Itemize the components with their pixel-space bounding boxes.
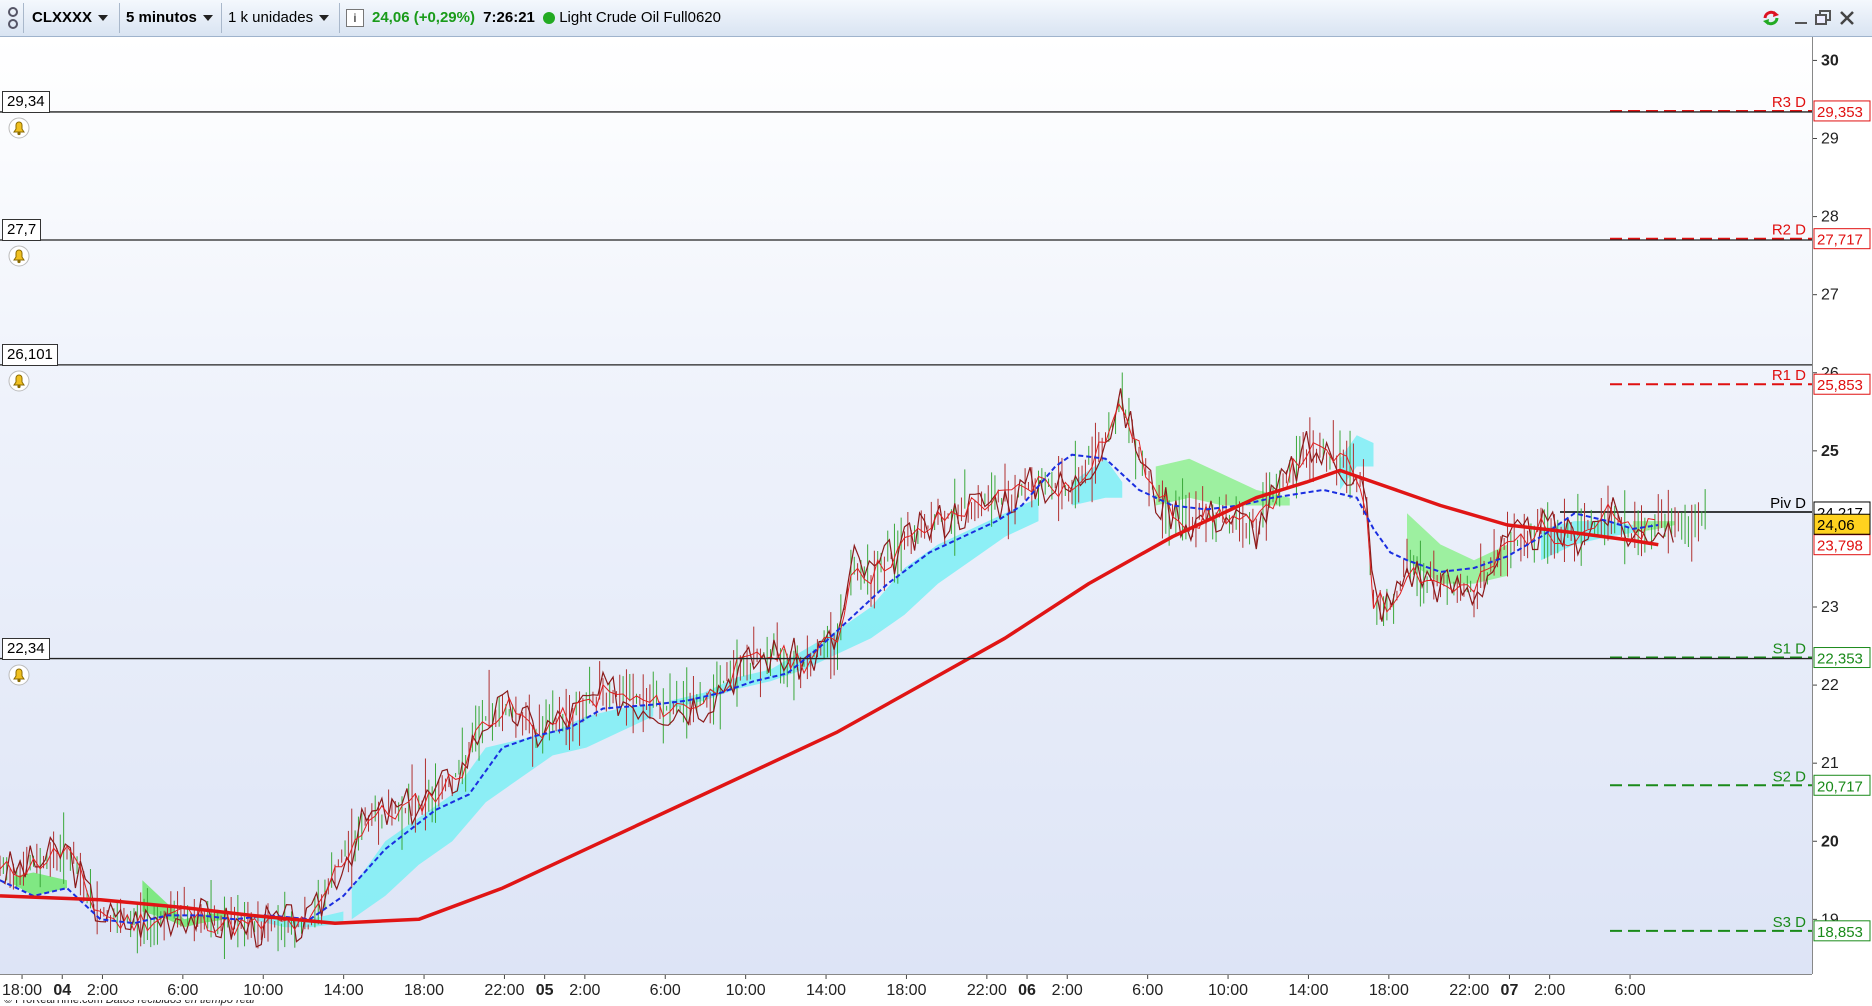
pivot-name-label: S2 D [1773, 768, 1807, 785]
pivot-price-tag-text: 18,853 [1817, 924, 1863, 941]
alert-level-label[interactable]: 26,101 [2, 343, 58, 366]
y-tick-label: 20 [1821, 833, 1839, 850]
chart-toolbar: CLXXXX 5 minutos 1 k unidades i 24,06 (+0… [0, 0, 1872, 37]
pivot-price-tag-text: 20,717 [1817, 778, 1863, 795]
timeframe-selector[interactable]: 5 minutos [120, 3, 222, 33]
time-axis-labels: 18:00 04 2:00 6:00 10:00 14:00 18:00 22:00 05 2:0… [2, 975, 1646, 999]
current-price-tag-text: 24,06 [1817, 517, 1855, 534]
y-tick-label: 25 [1821, 443, 1839, 460]
status-dot-icon [543, 12, 556, 25]
pivot-price-tag-text: 27,717 [1817, 232, 1863, 249]
x-tick-label: 14:00 [324, 982, 364, 999]
x-tick-label: 2:00 [87, 982, 118, 999]
x-tick-label: 18:00 [886, 982, 926, 999]
x-tick-label: 10:00 [243, 982, 283, 999]
x-tick-label: 14:00 [806, 982, 846, 999]
x-tick-label: 2:00 [569, 982, 600, 999]
ichimoku-cloud-segment [1072, 458, 1123, 506]
info-icon[interactable]: i [346, 9, 364, 28]
units-label: 1 k unidades [228, 9, 314, 26]
instrument-name: Light Crude Oil Full0620 [559, 9, 721, 26]
symbol-label: CLXXXX [32, 9, 93, 26]
x-tick-label: 14:00 [1288, 982, 1328, 999]
y-tick-label: 22 [1821, 677, 1839, 694]
alert-level-label[interactable]: 27,7 [2, 219, 42, 242]
pivot-price-tag-text: 29,353 [1817, 104, 1863, 121]
x-tick-label: 05 [536, 982, 554, 999]
pivot-name-label: S3 D [1773, 914, 1807, 931]
clock-time: 7:26:21 [483, 9, 535, 26]
bell-icon[interactable] [8, 664, 30, 686]
alert-level-label[interactable]: 29,34 [2, 90, 50, 113]
x-tick-label: 2:00 [1534, 982, 1565, 999]
pivot-price-tag: 25,853 [1813, 373, 1871, 395]
candles [0, 372, 1706, 959]
price-axis-labels: 302928272625232221201929,35327,71725,853… [1813, 52, 1871, 942]
last-price: 24,06 (+0,29%) [372, 9, 475, 26]
x-tick-label: 2:00 [1052, 982, 1083, 999]
bell-icon[interactable] [8, 245, 30, 267]
timeframe-label: 5 minutos [126, 9, 197, 26]
x-tick-label: 18:00 [404, 982, 444, 999]
x-tick-label: 18:00 [2, 982, 42, 999]
price-axis[interactable]: 30 29 28 27 26 25 23 22 21 20 19 29,353 27,717 25,853… [1812, 37, 1872, 974]
y-tick-label: 28 [1821, 209, 1839, 226]
y-tick-label: 30 [1821, 52, 1839, 69]
x-tick-label: 6:00 [1132, 982, 1163, 999]
chevron-down-icon [98, 15, 109, 22]
chevron-down-icon [202, 15, 213, 22]
x-tick-label: 6:00 [1614, 982, 1645, 999]
pivot-name-label: R2 D [1772, 222, 1806, 239]
bell-icon[interactable] [8, 370, 30, 392]
x-tick-label: 04 [53, 982, 71, 999]
price-chart[interactable]: R3 D R2 D R1 D Piv D S1 D S2 D S3 D [0, 37, 1812, 974]
pivot-name-label: R1 D [1772, 367, 1806, 384]
chevron-down-icon [319, 15, 330, 22]
close-icon[interactable] [1836, 6, 1858, 30]
x-tick-label: 6:00 [650, 982, 681, 999]
x-tick-label: 6:00 [167, 982, 198, 999]
pivot-price-tag: 29,353 [1813, 100, 1871, 122]
grip-icon[interactable] [2, 3, 24, 33]
bell-icon[interactable] [8, 117, 30, 139]
x-tick-label: 22:00 [484, 982, 524, 999]
y-tick-label: 23 [1821, 599, 1839, 616]
pivot-price-tag: 27,717 [1813, 228, 1871, 250]
minimize-icon[interactable] [1790, 6, 1812, 30]
y-tick-label: 21 [1821, 755, 1839, 772]
alert-level-label[interactable]: 22,34 [2, 637, 50, 660]
pivot-price-tag-text: 25,853 [1817, 377, 1863, 394]
pivot-name-label: R3 D [1772, 94, 1806, 111]
symbol-selector[interactable]: CLXXXX [26, 3, 120, 33]
units-selector[interactable]: 1 k unidades [222, 3, 340, 33]
ichimoku-cloud-segment [670, 497, 1039, 709]
x-tick-label: 10:00 [726, 982, 766, 999]
tenkan-line [0, 402, 1655, 937]
x-tick-label: 22:00 [967, 982, 1007, 999]
close-line [0, 388, 1674, 948]
x-tick-label: 06 [1018, 982, 1036, 999]
pivot-price-tag: 22,353 [1813, 647, 1871, 669]
current-price-tag: 24,06 [1813, 513, 1871, 535]
refresh-icon[interactable] [1760, 6, 1782, 30]
x-tick-label: 07 [1501, 982, 1519, 999]
y-tick-label: 27 [1821, 287, 1839, 304]
time-axis[interactable]: 18:00 04 2:00 6:00 10:00 14:00 18:00 22:00 05 2:0… [0, 974, 1812, 1000]
x-tick-label: 22:00 [1449, 982, 1489, 999]
restore-icon[interactable] [1812, 6, 1834, 30]
pivot-price-tag-text: 22,353 [1817, 651, 1863, 668]
y-tick-label: 29 [1821, 131, 1839, 148]
x-tick-label: 18:00 [1369, 982, 1409, 999]
pivot-price-tag: 18,853 [1813, 920, 1871, 942]
pivot-name-label: Piv D [1770, 495, 1806, 512]
pivot-price-tag: 20,717 [1813, 774, 1871, 796]
moving-average-price-tag: 23,798 [1813, 534, 1871, 556]
moving-average-price-tag-text: 23,798 [1817, 538, 1863, 555]
quote-info: i 24,06 (+0,29%) 7:26:21 Light Crude Oil … [340, 3, 760, 33]
price-chart-area[interactable]: R3 D R2 D R1 D Piv D S1 D S2 D S3 D 29,34 27,7 2… [0, 37, 1812, 1006]
x-tick-label: 10:00 [1208, 982, 1248, 999]
pivot-name-label: S1 D [1773, 641, 1807, 658]
